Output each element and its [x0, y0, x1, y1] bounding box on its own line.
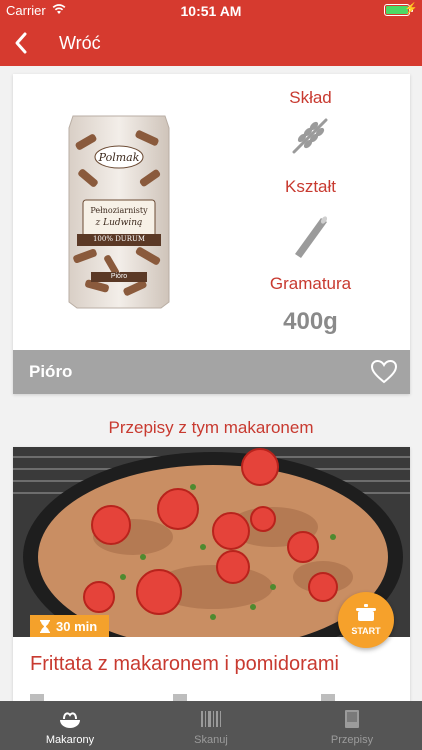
package-name-line2: z Ludwiną [95, 218, 143, 228]
package-badge: 100% DURUM [92, 235, 146, 243]
heart-icon[interactable] [370, 358, 398, 386]
tab-label: Makarony [45, 734, 95, 746]
package-name-line1: Pełnoziarnisty [90, 206, 148, 215]
package-variant: Pióro [110, 273, 128, 280]
charging-icon: ⚡ [404, 3, 418, 15]
composition-label: Skład [289, 88, 332, 107]
prep-time-badge: 30 min [30, 615, 110, 637]
grammage-value: 400g [283, 308, 338, 335]
product-name: Pióro [29, 362, 73, 381]
prep-time-value: 30 min [56, 618, 98, 634]
cooking-pot-icon [356, 604, 376, 621]
navigation-bar: Wróć [0, 20, 422, 66]
recipes-section-title: Przepisy z tym makaronem [108, 418, 314, 437]
hourglass-icon [40, 619, 50, 633]
status-bar: Carrier 10:51 AM ⚡ [0, 0, 422, 20]
clock: 10:51 AM [180, 3, 242, 19]
pasta-bowl-icon [60, 712, 80, 728]
tab-bar: Makarony Skanuj Przepisy [0, 701, 422, 750]
start-cooking-button[interactable]: START [338, 592, 394, 648]
product-name-bar: Pióro [13, 350, 410, 394]
package-brand: Polmak [98, 151, 140, 164]
book-icon [345, 710, 359, 728]
recipe-title[interactable]: Frittata z makaronem i pomidorami [30, 653, 339, 676]
product-card: Polmak Pełnoziarnisty z Ludwiną 100% DUR… [13, 74, 410, 394]
start-label: START [351, 626, 381, 636]
back-button[interactable]: Wróć [59, 33, 101, 54]
tab-label: Skanuj [194, 734, 228, 746]
shape-label: Kształt [284, 177, 337, 196]
tab-przepisy[interactable]: Przepisy [282, 701, 422, 750]
chevron-left-icon[interactable] [12, 31, 30, 55]
barcode-icon [201, 711, 221, 727]
tab-skanuj[interactable]: Skanuj [141, 701, 281, 750]
penne-shape-icon [295, 216, 328, 258]
wheat-icon [292, 118, 328, 154]
tab-makarony[interactable]: Makarony [0, 701, 140, 750]
recipe-card[interactable]: 30 min START Frittata z makaronem i pomi… [13, 447, 410, 707]
tab-label: Przepisy [330, 734, 374, 746]
grammage-label: Gramatura [269, 274, 352, 293]
